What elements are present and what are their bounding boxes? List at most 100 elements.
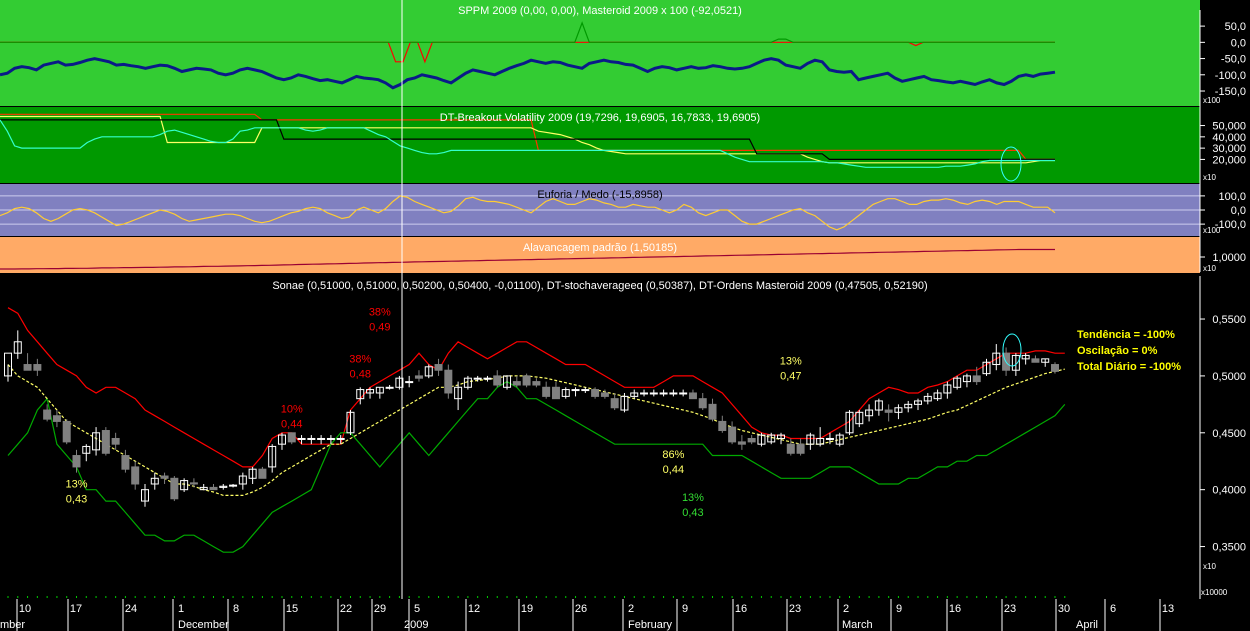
candle-body	[33, 364, 42, 371]
candle-body	[551, 386, 560, 400]
candle-body	[493, 375, 502, 386]
volume-bar	[721, 596, 723, 598]
volume-bar	[144, 596, 146, 598]
date-tick-label: 9	[896, 603, 902, 615]
date-tick-label: 8	[233, 603, 239, 615]
volume-bar	[1015, 596, 1017, 598]
volume-bar	[164, 596, 166, 598]
volume-bar	[66, 596, 68, 598]
volume-bar	[477, 596, 479, 598]
volume-bar	[780, 596, 782, 598]
volume-bar	[398, 596, 400, 598]
date-tick-label: 6	[1110, 603, 1116, 615]
date-tick-label: 17	[70, 603, 82, 615]
volume-bar	[966, 596, 968, 598]
volume-bar	[379, 596, 381, 598]
volume-bar	[692, 596, 694, 598]
volume-scale-label: x10	[1203, 562, 1216, 571]
candle-body	[679, 392, 688, 395]
price-panel-title: Sonae (0,51000, 0,51000, 0,50200, 0,5040…	[272, 280, 927, 292]
date-tick-label: 10	[19, 603, 31, 615]
candle-body	[591, 389, 600, 397]
euforia-scale-label: x100	[1203, 226, 1221, 235]
volume-bar	[535, 596, 537, 598]
breakout-scale-label: x10	[1203, 173, 1216, 182]
signal-price: 0,48	[350, 368, 371, 380]
euforia-panel-title: Euforia / Medo (-15,8958)	[537, 189, 662, 201]
signal-percent: 38%	[369, 307, 391, 319]
date-tick-label: 23	[789, 603, 801, 615]
date-tick-label: 12	[468, 603, 480, 615]
candle-body	[1051, 364, 1059, 372]
candle-body	[385, 386, 394, 389]
volume-bar	[183, 596, 185, 598]
volume-bar	[418, 596, 420, 598]
volume-bar	[907, 596, 909, 598]
month-label: April	[1076, 619, 1098, 631]
date-tick-label: 22	[340, 603, 352, 615]
candle[interactable]	[522, 373, 531, 388]
chart-canvas[interactable]: SPPM 2009 (0,00, 0,00), Masteroid 2009 x…	[0, 0, 1250, 631]
month-label: February	[628, 619, 673, 631]
signal-percent: 38%	[349, 353, 371, 365]
price-tick-label: 0,5000	[1212, 371, 1246, 383]
status-line: Total Diário = -100%	[1077, 361, 1181, 373]
volume-bar	[868, 596, 870, 598]
date-tick-label: 19	[521, 603, 533, 615]
candle-body	[512, 381, 521, 386]
volume-bar	[1034, 596, 1036, 598]
candle[interactable]	[101, 427, 110, 456]
volume-bar	[85, 596, 87, 598]
status-line: Oscilação = 0%	[1077, 345, 1158, 357]
volume-bar	[134, 596, 136, 598]
volume-bar	[457, 596, 459, 598]
signal-percent: 86%	[662, 449, 684, 461]
price-tick-label: 0,3500	[1212, 542, 1246, 554]
signal-price: 0,43	[66, 493, 87, 505]
price-tick-label: 0,4500	[1212, 428, 1246, 440]
volume-bar	[643, 596, 645, 598]
candle-body	[434, 364, 443, 371]
volume-bar	[1005, 596, 1007, 598]
volume-bar	[349, 596, 351, 598]
volume-bar	[858, 596, 860, 598]
breakout-panel-title: DT-Breakout Volatility 2009 (19,7296, 19…	[440, 112, 760, 124]
signal-price: 0,47	[780, 371, 801, 383]
volume-bar	[516, 596, 518, 598]
candle[interactable]	[170, 476, 179, 502]
candle-body	[640, 392, 649, 395]
panel1-tick-label: 50,0	[1225, 21, 1246, 33]
panel1-tick-label: -100,0	[1215, 70, 1246, 82]
volume-bar	[937, 596, 939, 598]
signal-price: 0,49	[369, 322, 390, 334]
volume-bar	[408, 596, 410, 598]
signal-percent: 13%	[780, 356, 802, 368]
candle-body	[121, 455, 130, 470]
candle[interactable]	[62, 419, 71, 445]
month-label: 2009	[404, 619, 428, 631]
volume-bar	[917, 596, 919, 598]
sppm-scale-label: x100	[1203, 96, 1221, 105]
panel2-tick-label: 50,000	[1212, 121, 1246, 133]
candle-body	[483, 377, 492, 380]
volume-bar	[467, 596, 469, 598]
volume-bar	[604, 596, 606, 598]
volume-bar	[986, 596, 988, 598]
volume-bar	[496, 596, 498, 598]
volume-bar	[369, 596, 371, 598]
price-tick-label: 0,4000	[1212, 485, 1246, 497]
candle-body	[287, 432, 296, 443]
candle-body	[571, 389, 580, 392]
volume-bar	[878, 596, 880, 598]
panel1-tick-label: 0,0	[1231, 37, 1246, 49]
volume-bar	[1025, 596, 1027, 598]
volume-bar	[790, 596, 792, 598]
candle-body	[786, 443, 795, 454]
candle-body	[747, 437, 756, 443]
volume-bar	[946, 596, 948, 598]
volume-bar	[1044, 596, 1046, 598]
volume-bar	[193, 596, 195, 598]
candle-body	[718, 420, 727, 432]
volume-bar	[271, 596, 273, 598]
volume-bar	[1054, 596, 1056, 598]
